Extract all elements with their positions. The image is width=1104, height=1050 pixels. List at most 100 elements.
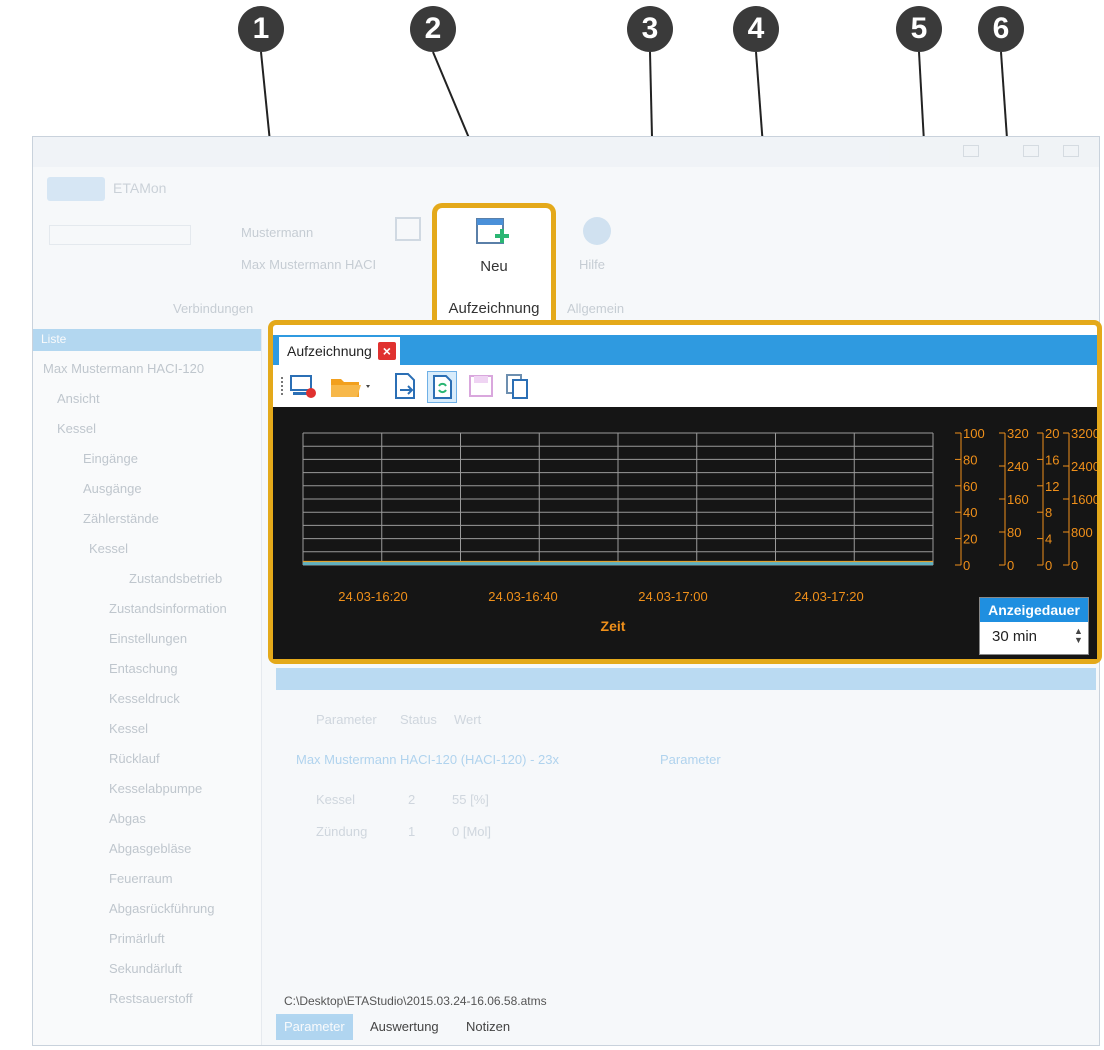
- column-header[interactable]: Wert: [454, 712, 481, 727]
- recording-toolbar: [273, 365, 1097, 407]
- tree-item[interactable]: Feuerraum: [109, 871, 173, 886]
- tree-item[interactable]: Abgas: [109, 811, 146, 826]
- ribbon-user-label: Mustermann: [241, 225, 314, 240]
- ribbon-group-connections: Verbindungen: [173, 301, 254, 316]
- y-tick-label: 20: [1045, 426, 1059, 441]
- parameter-panel-header: [276, 668, 1096, 690]
- y-tick-label: 240: [1007, 459, 1029, 474]
- new-button-label: Neu: [480, 258, 508, 275]
- tree-item[interactable]: Kesselabpumpe: [109, 781, 202, 796]
- series-label: Zündung: [316, 824, 368, 839]
- tree-item[interactable]: Kessel: [89, 541, 128, 556]
- tree-item[interactable]: Ansicht: [57, 391, 100, 406]
- y-tick-label: 800: [1071, 525, 1093, 540]
- file-path: C:\Desktop\ETAStudio\2015.03.24-16.06.58…: [284, 994, 547, 1008]
- y-tick-label: 0: [1007, 558, 1014, 573]
- y-tick-label: 12: [1045, 479, 1059, 494]
- tree-item[interactable]: Primärluft: [109, 931, 165, 946]
- ribbon-group-label: Aufzeichnung: [448, 300, 540, 317]
- chart-svg: 24.03-16:20 24.03-16:40 24.03-17:00 24.03-1…: [302, 426, 1097, 634]
- x-tick-label: 24.03-16:40: [488, 589, 557, 604]
- tab-notes[interactable]: Notizen: [458, 1014, 518, 1040]
- x-tick-label: 24.03-17:00: [638, 589, 707, 604]
- help-icon[interactable]: [583, 217, 611, 245]
- y-tick-label: 0: [1071, 558, 1078, 573]
- tree-item[interactable]: Zustandsinformation: [109, 601, 227, 616]
- recording-chart[interactable]: 24.03-16:20 24.03-16:40 24.03-17:00 24.03-1…: [273, 407, 1097, 659]
- series-stepper[interactable]: 1: [408, 824, 415, 839]
- tree-header: Liste: [33, 329, 261, 351]
- close-window-icon[interactable]: [1063, 145, 1079, 157]
- tab-recording[interactable]: Aufzeichnung ×: [279, 337, 400, 365]
- y-tick-label: 160: [1007, 492, 1029, 507]
- display-duration-value[interactable]: 30 min ▲ ▼: [980, 622, 1088, 652]
- toolbar-grip[interactable]: [281, 377, 285, 395]
- tree-item[interactable]: Einstellungen: [109, 631, 187, 646]
- tree-item[interactable]: Abgasrückführung: [109, 901, 215, 916]
- tab-parameter[interactable]: Parameter: [276, 1014, 353, 1040]
- new-recording-icon: [476, 218, 509, 244]
- device-tree: Liste Max Mustermann HACI-120 Ansicht Ke…: [33, 329, 262, 1045]
- tab-evaluation[interactable]: Auswertung: [362, 1014, 447, 1040]
- record-monitor-icon[interactable]: [289, 371, 317, 401]
- y-tick-label: 40: [963, 505, 977, 520]
- display-duration-text: 30 min: [992, 628, 1038, 645]
- export-icon[interactable]: [391, 371, 419, 401]
- tree-item[interactable]: Kesseldruck: [109, 691, 180, 706]
- tab-label: Aufzeichnung: [287, 343, 372, 359]
- series-label: Kessel: [316, 792, 356, 807]
- minimize-icon[interactable]: [963, 145, 979, 157]
- title-bar: [33, 137, 1099, 167]
- recording-panel: Aufzeichnung × 24.03-16:20 24.03-16:40 24.…: [268, 320, 1102, 664]
- save-icon[interactable]: [467, 371, 495, 401]
- tree-item[interactable]: Kessel: [57, 421, 96, 436]
- tree-item[interactable]: Zustandsbetrieb: [129, 571, 222, 586]
- display-duration-label: Anzeigedauer: [980, 598, 1088, 622]
- tree-item[interactable]: Rücklauf: [109, 751, 160, 766]
- y-tick-label: 1600: [1071, 492, 1097, 507]
- x-tick-label: 24.03-17:20: [794, 589, 863, 604]
- series-value: 55 [%]: [452, 792, 489, 807]
- y-tick-label: 0: [963, 558, 970, 573]
- tree-item[interactable]: Max Mustermann HACI-120: [43, 361, 204, 376]
- y-tick-label: 20: [963, 532, 977, 547]
- connection-select[interactable]: [49, 225, 191, 245]
- tree-item[interactable]: Abgasgebläse: [109, 841, 191, 856]
- connect-monitor-icon[interactable]: [395, 217, 421, 241]
- help-button[interactable]: Hilfe: [579, 257, 605, 272]
- y-tick-label: 80: [1007, 525, 1021, 540]
- y-tick-label: 16: [1045, 452, 1059, 467]
- y-tick-label: 4: [1045, 532, 1052, 547]
- device-group-row[interactable]: Max Mustermann HACI-120 (HACI-120) - 23x: [296, 752, 559, 767]
- y-tick-label: 100: [963, 426, 985, 441]
- x-tick-label: 24.03-16:20: [338, 589, 407, 604]
- series-stepper[interactable]: 2: [408, 792, 415, 807]
- column-header[interactable]: Status: [400, 712, 437, 727]
- tree-item[interactable]: Eingänge: [83, 451, 138, 466]
- close-glyph: ×: [382, 343, 391, 359]
- tree-item[interactable]: Zählerstände: [83, 511, 159, 526]
- parameter-link[interactable]: Parameter: [660, 752, 721, 767]
- x-axis-label: Zeit: [601, 618, 626, 634]
- close-tab-icon[interactable]: ×: [377, 342, 396, 360]
- tree-item[interactable]: Ausgänge: [83, 481, 142, 496]
- spinner-icon[interactable]: ▲ ▼: [1074, 627, 1083, 645]
- y-tick-label: 3200: [1071, 426, 1097, 441]
- app-logo: [47, 177, 105, 201]
- maximize-icon[interactable]: [1023, 145, 1039, 157]
- new-recording-button[interactable]: Neu Aufzeichnung: [432, 203, 556, 325]
- y-tick-label: 0: [1045, 558, 1052, 573]
- y-tick-label: 320: [1007, 426, 1029, 441]
- app-title: ETAMon: [113, 180, 167, 196]
- tree-item[interactable]: Restsauerstoff: [109, 991, 193, 1006]
- tab-bar: Aufzeichnung ×: [273, 335, 1097, 365]
- copy-icon[interactable]: [503, 371, 531, 401]
- display-duration-control[interactable]: Anzeigedauer 30 min ▲ ▼: [979, 597, 1089, 655]
- tree-item[interactable]: Entaschung: [109, 661, 178, 676]
- tree-item[interactable]: Kessel: [109, 721, 148, 736]
- ribbon-device-label: Max Mustermann HACI: [241, 257, 377, 272]
- column-header[interactable]: Parameter: [316, 712, 377, 727]
- refresh-icon[interactable]: [427, 371, 457, 403]
- tree-item[interactable]: Sekundärluft: [109, 961, 182, 976]
- open-folder-icon[interactable]: [329, 371, 373, 401]
